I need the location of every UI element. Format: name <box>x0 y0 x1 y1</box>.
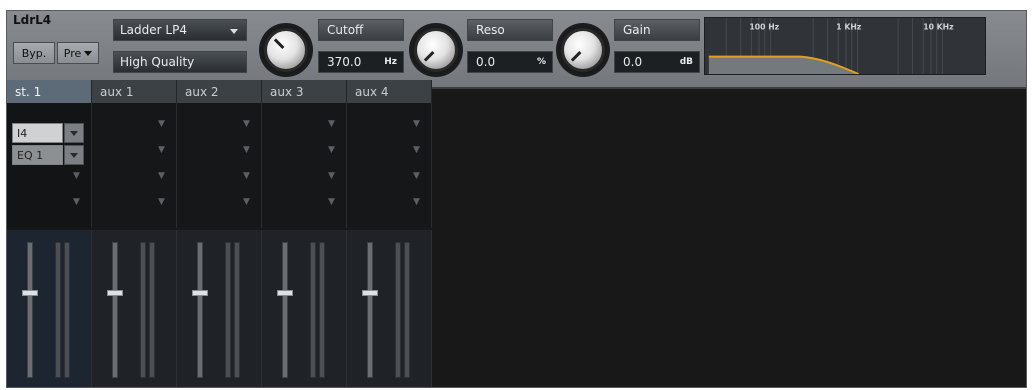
volume-fader-track[interactable] <box>197 242 203 378</box>
volume-fader-track[interactable] <box>27 242 33 378</box>
cutoff-knob[interactable] <box>264 28 308 72</box>
channel-aux-2-fader-strip <box>177 230 262 387</box>
pre-button-label: Pre <box>63 46 82 60</box>
pre-button[interactable]: Pre <box>57 42 99 64</box>
slot-dropdown-caret[interactable]: ▼ <box>158 197 165 207</box>
bypass-button[interactable]: Byp. <box>13 42 55 64</box>
filter-module: LdrL4 Byp. Pre Ladder LP4 High Quality C… <box>7 11 1026 89</box>
level-meter-left <box>55 242 61 378</box>
gain-value: 0.0 <box>623 55 643 69</box>
channel-st-1-fader-strip <box>7 230 92 387</box>
level-meter-right <box>234 242 240 378</box>
tab-aux-3[interactable]: aux 3 <box>262 80 347 103</box>
reso-label: Reso <box>467 19 553 41</box>
volume-fader-cap[interactable] <box>277 290 293 296</box>
slot-dropdown-caret[interactable]: ▼ <box>73 171 80 181</box>
freq-label-10khz: 10 KHz <box>923 23 954 32</box>
level-meter-right <box>149 242 155 378</box>
insert-slot-2[interactable]: EQ 1 <box>12 145 84 165</box>
slot-dropdown-caret[interactable]: ▼ <box>158 171 165 181</box>
reso-knob[interactable] <box>414 28 458 72</box>
reso-value-field[interactable]: 0.0 % <box>467 51 553 73</box>
slot-dropdown-caret[interactable]: ▼ <box>328 197 335 207</box>
tab-st-1[interactable]: st. 1 <box>7 80 92 103</box>
channel-aux-3-fader-strip <box>262 230 347 387</box>
slot-dropdown-caret[interactable]: ▼ <box>243 145 250 155</box>
slot-dropdown-caret[interactable]: ▼ <box>243 197 250 207</box>
volume-fader-cap[interactable] <box>107 290 123 296</box>
cutoff-value: 370.0 <box>327 55 362 69</box>
chevron-down-icon <box>230 29 238 34</box>
filter-type-value: Ladder LP4 <box>120 23 187 37</box>
cutoff-value-field[interactable]: 370.0 Hz <box>318 51 404 73</box>
tab-aux-2[interactable]: aux 2 <box>177 80 262 103</box>
knob-indicator <box>423 51 435 62</box>
chevron-down-icon <box>70 130 78 136</box>
reso-value: 0.0 <box>476 55 496 69</box>
slot-dropdown-caret[interactable]: ▼ <box>413 197 420 207</box>
channel-aux-3-slots: ▼ ▼ ▼ ▼ <box>262 103 347 228</box>
insert-slot-dropdown[interactable] <box>64 145 84 165</box>
insert-slot-name: EQ 1 <box>12 145 63 165</box>
tab-aux-1[interactable]: aux 1 <box>92 80 177 103</box>
gain-unit: dB <box>679 57 693 67</box>
level-meter-left <box>225 242 231 378</box>
chevron-down-icon <box>84 50 93 56</box>
slot-dropdown-caret[interactable]: ▼ <box>413 145 420 155</box>
module-title: LdrL4 <box>13 13 52 27</box>
quality-button[interactable]: High Quality <box>113 51 247 73</box>
knob-indicator <box>273 38 285 49</box>
slot-dropdown-caret[interactable]: ▼ <box>158 119 165 129</box>
level-meter-right <box>404 242 410 378</box>
frequency-response-graph: 100 Hz 1 KHz 10 KHz <box>704 17 986 75</box>
gain-label: Gain <box>614 19 700 41</box>
slot-dropdown-caret[interactable]: ▼ <box>413 171 420 181</box>
chevron-down-icon <box>70 152 78 158</box>
channel-aux-2-slots: ▼ ▼ ▼ ▼ <box>177 103 262 228</box>
level-meter-left <box>140 242 146 378</box>
volume-fader-cap[interactable] <box>192 290 208 296</box>
channel-aux-1-fader-strip <box>92 230 177 387</box>
filter-type-select[interactable]: Ladder LP4 <box>113 19 247 41</box>
tab-aux-4[interactable]: aux 4 <box>347 80 432 103</box>
slot-dropdown-caret[interactable]: ▼ <box>243 119 250 129</box>
level-meter-left <box>310 242 316 378</box>
volume-fader-cap[interactable] <box>22 290 38 296</box>
channel-st-1-slots: I4 EQ 1 ▼ ▼ <box>7 103 92 228</box>
freq-label-100hz: 100 Hz <box>749 23 779 32</box>
channel-aux-4-fader-strip <box>347 230 432 387</box>
freq-label-1khz: 1 KHz <box>836 23 861 32</box>
knob-indicator <box>570 51 582 62</box>
level-meter-right <box>319 242 325 378</box>
slot-dropdown-caret[interactable]: ▼ <box>158 145 165 155</box>
volume-fader-track[interactable] <box>112 242 118 378</box>
slot-dropdown-caret[interactable]: ▼ <box>73 197 80 207</box>
gain-value-field[interactable]: 0.0 dB <box>614 51 700 73</box>
slot-dropdown-caret[interactable]: ▼ <box>413 119 420 129</box>
insert-slot-dropdown[interactable] <box>64 123 84 143</box>
channel-aux-4-slots: ▼ ▼ ▼ ▼ <box>347 103 432 228</box>
volume-fader-track[interactable] <box>367 242 373 378</box>
slot-dropdown-caret[interactable]: ▼ <box>243 171 250 181</box>
gain-knob[interactable] <box>561 28 605 72</box>
volume-fader-track[interactable] <box>282 242 288 378</box>
channel-aux-1-slots: ▼ ▼ ▼ ▼ <box>92 103 177 228</box>
insert-slot-name: I4 <box>12 123 63 143</box>
slot-dropdown-caret[interactable]: ▼ <box>328 171 335 181</box>
reso-unit: % <box>536 57 546 67</box>
volume-fader-cap[interactable] <box>362 290 378 296</box>
cutoff-label: Cutoff <box>318 19 404 41</box>
level-meter-right <box>64 242 70 378</box>
level-meter-left <box>395 242 401 378</box>
slot-dropdown-caret[interactable]: ▼ <box>328 119 335 129</box>
slot-dropdown-caret[interactable]: ▼ <box>328 145 335 155</box>
cutoff-unit: Hz <box>384 57 397 67</box>
insert-slot-1[interactable]: I4 <box>12 123 84 143</box>
